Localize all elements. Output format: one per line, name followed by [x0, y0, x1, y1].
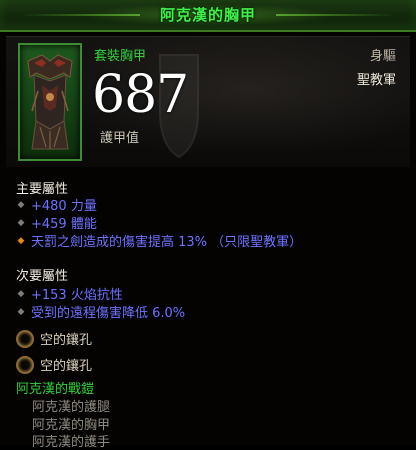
primary-stat-legendary: ◆ 天罰之劍造成的傷害提高 13% （只限聖教軍）	[16, 231, 303, 250]
diamond-bullet-icon: ◆	[17, 199, 25, 210]
primary-stat-text: +480 力量	[31, 199, 97, 214]
set-piece: 阿克漢的護腿	[32, 400, 111, 415]
item-tooltip: 阿克漢的胸甲 套裝胸甲 身驅 聖教軍 687 護甲值 主要屬性 ◆ +480 力…	[0, 0, 416, 450]
diamond-bullet-icon: ◆	[17, 288, 25, 299]
chest-armor-icon	[27, 54, 73, 150]
tooltip-title-bar: 阿克漢的胸甲	[0, 0, 416, 32]
empty-socket-icon	[16, 329, 34, 348]
item-type: 套裝胸甲	[94, 49, 147, 64]
item-header: 套裝胸甲 身驅 聖教軍 687 護甲值	[6, 36, 410, 167]
secondary-stats-title: 次要屬性	[16, 269, 69, 284]
socket-label: 空的鑲孔	[40, 359, 93, 374]
socket-label: 空的鑲孔	[40, 333, 93, 348]
socket-slot: 空的鑲孔	[16, 355, 92, 374]
socket-slot: 空的鑲孔	[16, 329, 92, 348]
secondary-stat: ◆ +153 火焰抗性	[16, 284, 123, 303]
secondary-stat-text: +153 火焰抗性	[31, 288, 123, 303]
class-requirement: 聖教軍	[356, 73, 396, 88]
item-icon-frame	[18, 43, 82, 161]
set-name: 阿克漢的戰鎧	[16, 382, 95, 397]
primary-stat-text: 天罰之劍造成的傷害提高 13% （只限聖教軍）	[31, 235, 303, 250]
primary-stat: ◆ +459 體能	[16, 213, 97, 232]
armor-label: 護甲值	[100, 131, 140, 146]
armor-value: 687	[92, 65, 189, 125]
secondary-stat-text: 受到的遠程傷害降低 6.0%	[31, 306, 186, 321]
diamond-bullet-icon: ◆	[17, 306, 25, 317]
primary-stat-text: +459 體能	[31, 217, 97, 232]
item-name: 阿克漢的胸甲	[159, 6, 256, 24]
primary-stat: ◆ +480 力量	[16, 195, 97, 214]
diamond-bullet-icon: ◆	[17, 217, 25, 228]
secondary-stat: ◆ 受到的遠程傷害降低 6.0%	[16, 302, 186, 321]
empty-socket-icon	[16, 355, 34, 374]
set-piece: 阿克漢的護手	[32, 435, 111, 450]
orange-diamond-bullet-icon: ◆	[17, 235, 25, 246]
item-slot: 身驅	[369, 49, 396, 64]
